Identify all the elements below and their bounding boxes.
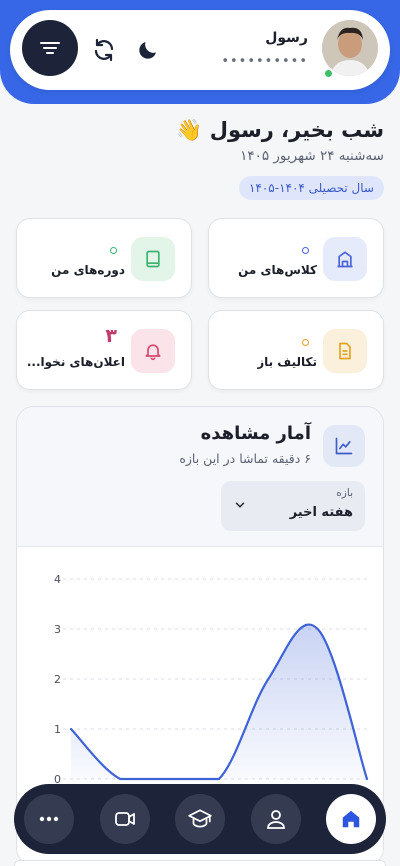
app-header: رسول •••••••••• [10, 10, 390, 90]
refresh-button[interactable] [90, 36, 118, 64]
video-icon [115, 812, 135, 826]
stat-label: کلاس‌های من [238, 263, 317, 277]
y-tick-label: 4 [54, 573, 61, 586]
status-dot [110, 247, 117, 254]
y-tick-label: 3 [54, 623, 61, 636]
chart-icon [323, 425, 365, 467]
online-status-dot [323, 68, 334, 79]
notification-count: ۳ [105, 325, 117, 347]
open-assignments-card[interactable]: تکالیف باز [208, 310, 384, 390]
book-icon [131, 237, 175, 281]
building-icon [323, 237, 367, 281]
document-icon [323, 329, 367, 373]
view-stats-subtitle: ۶ دقیقه تماشا در این بازه [179, 451, 311, 466]
status-dot [302, 247, 309, 254]
stat-label: تکالیف باز [257, 355, 317, 369]
moon-icon [139, 42, 156, 59]
user-icon [267, 810, 285, 829]
courses-button[interactable] [175, 794, 225, 844]
video-button[interactable] [100, 794, 150, 844]
my-classes-card[interactable]: کلاس‌های من [208, 218, 384, 298]
range-value: هفته اخیر [289, 505, 353, 520]
date-text: سه‌شنبه ۲۴ شهریور ۱۴۰۵ [240, 148, 384, 164]
chevron-down-icon [235, 502, 245, 508]
profile-button[interactable] [251, 794, 301, 844]
bell-icon [131, 329, 175, 373]
range-select[interactable]: بازه هفته اخیر [221, 481, 365, 531]
user-name: رسول [265, 30, 308, 46]
range-label: بازه [336, 487, 353, 499]
more-icon [39, 816, 59, 822]
refresh-icon [94, 38, 114, 62]
more-button[interactable] [24, 794, 74, 844]
bottom-navigation [14, 784, 386, 854]
home-icon [342, 810, 360, 828]
greeting-title: شب بخیر، رسول 👋 [176, 118, 384, 142]
my-courses-card[interactable]: دوره‌های من [16, 218, 192, 298]
menu-icon [40, 42, 60, 54]
stat-label: اعلان‌های نخوا... [26, 355, 125, 369]
stat-label: دوره‌های من [51, 263, 125, 277]
graduation-cap-icon [188, 809, 212, 828]
user-id-masked: •••••••••• [221, 54, 308, 69]
academic-year-badge: سال تحصیلی ۱۴۰۴-۱۴۰۵ [238, 176, 384, 200]
view-stats-header: آمار مشاهده ۶ دقیقه تماشا در این بازه با… [17, 407, 383, 547]
y-tick-label: 1 [54, 723, 61, 736]
unread-notifications-card[interactable]: ۳ اعلان‌های نخوا... [16, 310, 192, 390]
area-fill [71, 624, 367, 779]
menu-button[interactable] [22, 20, 78, 76]
theme-toggle-button[interactable] [134, 36, 162, 64]
status-dot [302, 339, 309, 346]
home-button[interactable] [326, 794, 376, 844]
view-stats-title: آمار مشاهده [200, 423, 311, 444]
y-tick-label: 2 [54, 673, 61, 686]
next-card-edge [14, 860, 386, 866]
